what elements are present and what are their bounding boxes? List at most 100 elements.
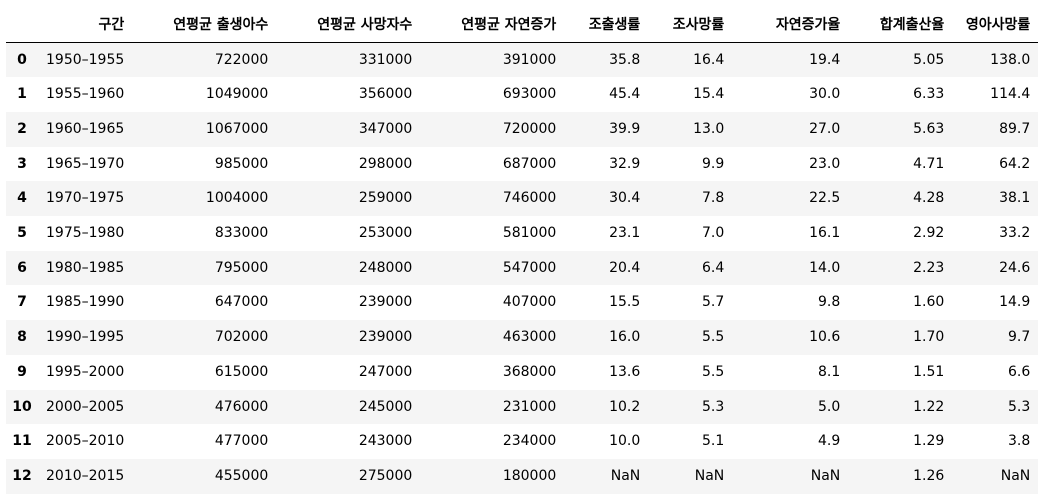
- cell-deaths: 245000: [358, 398, 413, 415]
- cell-natural-increase-rate: 23.0: [809, 155, 841, 172]
- row-index: 12: [12, 467, 32, 484]
- cell-natural-increase: 547000: [502, 259, 557, 276]
- data-table: 구간 연평균 출생아수 연평균 사망자수 연평균 자연증가 조출생률 조사망률 …: [6, 8, 1039, 494]
- cell-natural-increase: 368000: [502, 363, 557, 380]
- cell-deaths: 298000: [358, 155, 413, 172]
- row-index: 6: [17, 259, 27, 276]
- cell-crude-birth-rate: 45.4: [609, 86, 641, 103]
- cell-infant-mortality-rate: 114.4: [990, 86, 1031, 103]
- cell-crude-birth-rate: 35.8: [609, 51, 641, 68]
- cell-crude-birth-rate: 32.9: [609, 155, 641, 172]
- row-index: 10: [12, 398, 32, 415]
- cell-crude-birth-rate: 16.0: [609, 329, 641, 346]
- cell-total-fertility-rate: 5.05: [913, 51, 945, 68]
- cell-crude-birth-rate: 10.0: [609, 433, 641, 450]
- cell-natural-increase: 391000: [502, 51, 557, 68]
- header-row: 구간 연평균 출생아수 연평균 사망자수 연평균 자연증가 조출생률 조사망률 …: [6, 8, 1039, 43]
- cell-deaths: 253000: [358, 225, 413, 242]
- row-index: 5: [17, 225, 27, 242]
- cell-period: 1985–1990: [46, 294, 125, 311]
- cell-natural-increase: 463000: [502, 329, 557, 346]
- cell-births: 477000: [214, 433, 269, 450]
- column-header-deaths: 연평균 사망자수: [276, 8, 421, 43]
- cell-period: 2000–2005: [46, 398, 125, 415]
- cell-infant-mortality-rate: 33.2: [999, 225, 1031, 242]
- row-index: 9: [17, 363, 27, 380]
- cell-crude-birth-rate: NaN: [610, 467, 641, 484]
- cell-deaths: 243000: [358, 433, 413, 450]
- cell-natural-increase: 234000: [502, 433, 557, 450]
- cell-natural-increase: 581000: [502, 225, 557, 242]
- cell-crude-death-rate: 16.4: [693, 51, 725, 68]
- cell-births: 1004000: [205, 190, 269, 207]
- table-row: 7 1985–1990 647000 239000 407000 15.5 5.7 9.8 1.…: [6, 285, 1039, 321]
- cell-crude-death-rate: 13.0: [693, 120, 725, 137]
- table-row: 9 1995–2000 615000 247000 368000 13.6 5.5 8.1 1.…: [6, 354, 1039, 390]
- table-header: 구간 연평균 출생아수 연평균 사망자수 연평균 자연증가 조출생률 조사망률 …: [6, 8, 1039, 43]
- cell-crude-death-rate: 5.1: [702, 433, 725, 450]
- row-index: 11: [12, 433, 32, 450]
- cell-natural-increase-rate: NaN: [810, 467, 841, 484]
- cell-crude-death-rate: 5.5: [702, 363, 725, 380]
- cell-infant-mortality-rate: 64.2: [999, 155, 1031, 172]
- row-index: 2: [17, 120, 27, 137]
- cell-period: 2005–2010: [46, 433, 125, 450]
- cell-crude-birth-rate: 23.1: [609, 225, 641, 242]
- column-header-natural-increase: 연평균 자연증가: [420, 8, 565, 43]
- table-row: 0 1950–1955 722000 331000 391000 35.8 16.4 19.4…: [6, 42, 1039, 78]
- cell-deaths: 259000: [358, 190, 413, 207]
- cell-deaths: 347000: [358, 120, 413, 137]
- cell-natural-increase: 693000: [502, 86, 557, 103]
- cell-natural-increase-rate: 5.0: [818, 398, 841, 415]
- cell-natural-increase-rate: 30.0: [809, 86, 841, 103]
- cell-births: 795000: [214, 259, 269, 276]
- table-row: 11 2005–2010 477000 243000 234000 10.0 5.1 4.9 1…: [6, 424, 1039, 459]
- table-row: 10 2000–2005 476000 245000 231000 10.2 5.3 5.0 1…: [6, 389, 1039, 425]
- cell-natural-increase-rate: 14.0: [809, 259, 841, 276]
- cell-period: 1980–1985: [46, 259, 125, 276]
- cell-period: 2010–2015: [46, 467, 125, 484]
- cell-infant-mortality-rate: 89.7: [999, 120, 1031, 137]
- cell-natural-increase-rate: 16.1: [809, 225, 841, 242]
- cell-deaths: 239000: [358, 294, 413, 311]
- cell-natural-increase-rate: 22.5: [809, 190, 841, 207]
- cell-crude-death-rate: NaN: [694, 467, 725, 484]
- table-row: 3 1965–1970 985000 298000 687000 32.9 9.9 23.0 4…: [6, 146, 1039, 182]
- column-header-total-fertility-rate: 합계출산율: [848, 8, 953, 43]
- cell-deaths: 331000: [358, 51, 413, 68]
- cell-crude-death-rate: 5.3: [702, 398, 725, 415]
- cell-period: 1960–1965: [46, 120, 125, 137]
- cell-crude-birth-rate: 10.2: [609, 398, 641, 415]
- cell-period: 1990–1995: [46, 329, 125, 346]
- cell-natural-increase: 231000: [502, 398, 557, 415]
- column-header-period: 구간: [38, 8, 133, 43]
- cell-infant-mortality-rate: 6.6: [1008, 363, 1031, 380]
- cell-crude-death-rate: 5.5: [702, 329, 725, 346]
- cell-period: 1975–1980: [46, 225, 125, 242]
- column-header-natural-increase-rate: 자연증가율: [732, 8, 849, 43]
- cell-period: 1995–2000: [46, 363, 125, 380]
- cell-infant-mortality-rate: 24.6: [999, 259, 1031, 276]
- cell-period: 1955–1960: [46, 86, 125, 103]
- row-index: 8: [17, 329, 27, 346]
- cell-deaths: 275000: [358, 467, 413, 484]
- cell-crude-birth-rate: 13.6: [609, 363, 641, 380]
- cell-total-fertility-rate: 6.33: [913, 86, 945, 103]
- cell-infant-mortality-rate: 5.3: [1008, 398, 1031, 415]
- cell-natural-increase: 746000: [502, 190, 557, 207]
- cell-crude-death-rate: 15.4: [693, 86, 725, 103]
- cell-births: 647000: [214, 294, 269, 311]
- cell-total-fertility-rate: 4.71: [913, 155, 945, 172]
- cell-natural-increase-rate: 27.0: [809, 120, 841, 137]
- cell-natural-increase-rate: 4.9: [818, 433, 841, 450]
- cell-period: 1965–1970: [46, 155, 125, 172]
- cell-period: 1970–1975: [46, 190, 125, 207]
- cell-total-fertility-rate: 1.51: [913, 363, 945, 380]
- cell-total-fertility-rate: 5.63: [913, 120, 945, 137]
- cell-crude-birth-rate: 20.4: [609, 259, 641, 276]
- cell-births: 833000: [214, 225, 269, 242]
- cell-crude-death-rate: 9.9: [702, 155, 725, 172]
- cell-deaths: 247000: [358, 363, 413, 380]
- cell-births: 1067000: [205, 120, 269, 137]
- cell-deaths: 239000: [358, 329, 413, 346]
